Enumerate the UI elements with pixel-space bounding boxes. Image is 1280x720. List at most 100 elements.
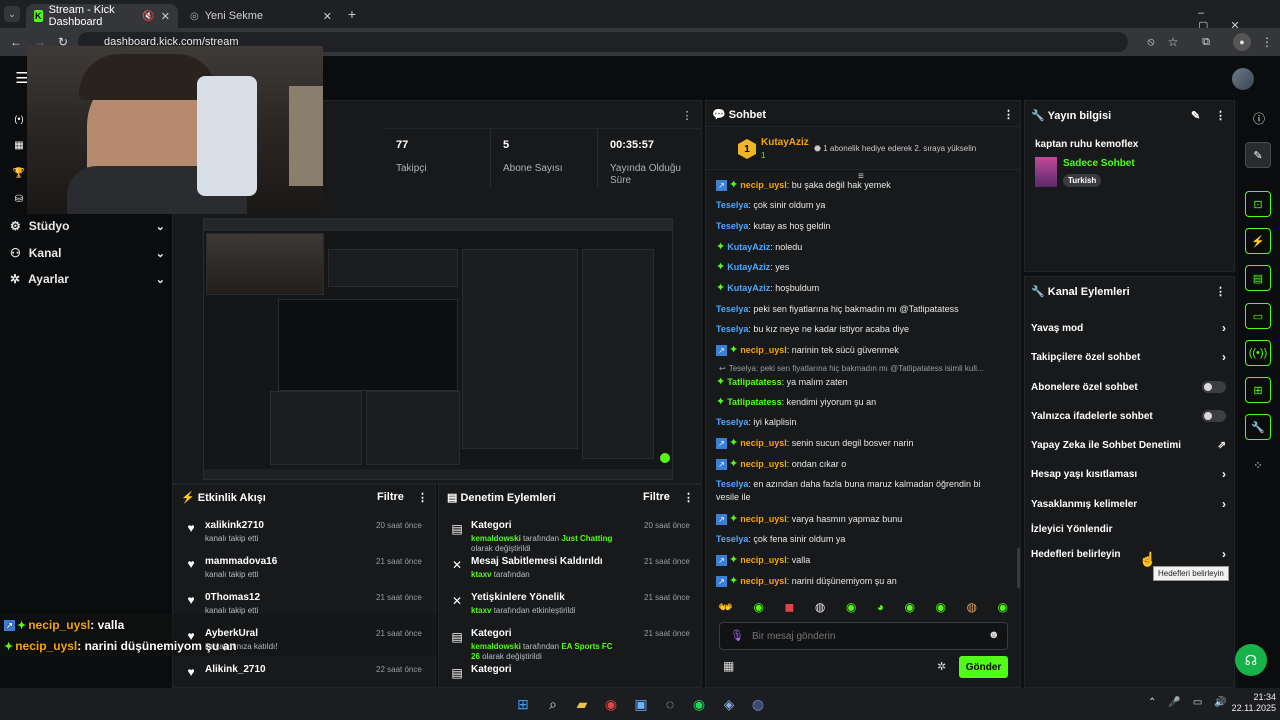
activity-filter-button[interactable]: Filtre [377,491,404,503]
stream-info-menu-icon[interactable]: ⋮ [1215,109,1226,122]
chat-username[interactable]: Teselya [716,221,748,231]
lightning-icon[interactable]: ⚡ [1245,228,1271,254]
sidebar-item-channel[interactable]: ⚇ Kanal ⌄ [10,241,165,265]
community-icon[interactable]: ⛁ [12,192,26,206]
emote-icon[interactable]: ◼ [784,600,794,616]
chat-username[interactable]: necip_uysl [740,459,787,469]
activity-item[interactable]: ♥ AyberkUral ile yayınınıza katıldı! 21 saa… [180,626,430,656]
activity-user[interactable]: xalikink2710 [205,520,264,531]
emote-icon[interactable]: ◍ [966,600,976,616]
broadcast-icon[interactable]: ((•)) [1245,340,1271,366]
channel-action-6[interactable]: Hesap yaşı kısıtlaması › [1031,464,1226,484]
tab-new-tab[interactable]: ◎ Yeni Sekme ✕ [182,4,340,28]
close-tab-icon[interactable]: ✕ [161,10,170,23]
profile-avatar[interactable]: ● [1233,33,1251,51]
activity-user[interactable]: mammadova16 [205,556,277,567]
moderator-name[interactable]: ktaxv [471,606,491,615]
chat-menu-icon[interactable]: ⋮ [1003,108,1014,121]
channel-action-5[interactable]: Yapay Zeka ile Sohbet Denetimi ⇗ [1031,435,1226,455]
microphone-icon[interactable]: 🎙 [730,629,744,642]
toggle-switch[interactable] [1202,381,1226,393]
tab-list-icon[interactable]: ⌄ [4,6,20,22]
chat-username[interactable]: Teselya [716,417,748,427]
chat-username[interactable]: Teselya [716,200,748,210]
gift-shop-icon[interactable]: ▦ [723,659,734,673]
help-headset-icon[interactable]: ☊ [1235,644,1267,676]
chat-message-input[interactable] [752,627,972,645]
activity-item[interactable]: ♥ Alikink_2710 22 saat önce [180,662,430,692]
extensions-icon[interactable]: ⧉ [1198,34,1214,50]
sidebar-item-settings[interactable]: ✲ Ayarlar ⌄ [10,267,165,291]
channel-action-7[interactable]: Yasaklanmış kelimeler › [1031,494,1226,514]
activity-item[interactable]: ♥ 0Thomas12 kanalı takip etti 21 saat önce [180,590,430,620]
start-icon[interactable]: ⊞ [513,694,533,714]
activity-menu-icon[interactable]: ⋮ [417,491,428,504]
sidebar-item-studio[interactable]: ⚙ Stüdyo ⌄ [10,214,165,238]
channel-action-9[interactable]: Hedefleri belirleyin › [1031,544,1226,564]
tab-kick-dashboard[interactable]: K Stream - Kick Dashboard 🔇 ✕ [26,4,178,28]
channel-action-2[interactable]: Takipçilere özel sohbet › [1031,347,1226,367]
edit-layout-button[interactable]: ✎ [1245,142,1271,168]
moderator-name[interactable]: ktaxv [471,570,491,579]
chat-username[interactable]: necip_uysl [740,345,787,355]
chat-username[interactable]: necip_uysl [740,438,787,448]
mute-tab-icon[interactable]: 🔇 [142,11,154,22]
bookmark-star-icon[interactable]: ☆ [1165,34,1181,50]
discord-icon[interactable]: ◍ [748,694,768,714]
pinned-user[interactable]: KutayAziz [761,137,809,148]
target-icon[interactable]: ⊡ [1245,191,1271,217]
close-tab-icon[interactable]: ✕ [323,10,332,23]
edit-pencil-icon[interactable]: ✎ [1191,109,1200,122]
app-icon[interactable]: ◌ [660,694,680,714]
moderation-menu-icon[interactable]: ⋮ [683,491,694,504]
layout-icon[interactable]: ⊞ [1245,377,1271,403]
chat-username[interactable]: KutayAziz [727,262,770,272]
clock[interactable]: 21:34 22.11.2025 [1230,692,1276,714]
moderator-name[interactable]: kemaldowski [471,642,521,651]
activity-user[interactable]: 0Thomas12 [205,592,260,603]
chat-scrollbar[interactable] [1017,548,1020,588]
channel-action-3[interactable]: Abonelere özel sohbet [1031,377,1226,397]
chat-username[interactable]: Tatlipatatess [727,397,781,407]
toggle-switch[interactable] [1202,410,1226,422]
chat-username[interactable]: necip_uysl [740,180,787,190]
emote-icon[interactable]: ◉ [846,600,856,616]
moderation-filter-button[interactable]: Filtre [643,491,670,503]
chat-settings-icon[interactable]: ✲ [937,660,946,673]
activity-item[interactable]: ♥ xalikink2710 kanalı takip etti 20 saat ön… [180,518,430,548]
system-tray-icons[interactable]: ⌃🎤▭🔊 [1148,697,1239,708]
trophy-icon[interactable]: 🏆 [12,166,26,180]
emoji-picker-icon[interactable]: ☻ [988,629,1000,641]
tracking-off-icon[interactable]: ⦸ [1143,34,1159,50]
activity-user[interactable]: Alikink_2710 [205,664,266,675]
chat-username[interactable]: necip_uysl [740,514,787,524]
emote-icon[interactable]: ◉ [753,600,763,616]
chat-bubble-icon[interactable]: ▭ [1245,303,1271,329]
chat-username[interactable]: Teselya [716,479,748,489]
emote-icon[interactable]: ◉ [997,600,1007,616]
app-icon[interactable]: ◈ [719,694,739,714]
emote-icon[interactable]: ◍ [815,600,825,616]
chat-username[interactable]: Teselya [716,534,748,544]
file-explorer-icon[interactable]: ▰ [572,694,592,714]
channel-actions-menu-icon[interactable]: ⋮ [1215,285,1226,298]
info-icon[interactable]: ⓘ [1251,110,1267,126]
chat-username[interactable]: Tatlipatatess [727,377,781,387]
chat-username[interactable]: KutayAziz [727,283,770,293]
wrench-icon[interactable]: 🔧 [1245,414,1271,440]
live-icon[interactable]: (•) [12,112,26,126]
channel-action-4[interactable]: Yalnızca ifadelerle sohbet [1031,406,1226,426]
activity-item[interactable]: ♥ mammadova16 kanalı takip etti 21 saat önc… [180,554,430,584]
back-icon[interactable]: ← [8,34,24,50]
chat-input-box[interactable]: 🎙 ☻ [719,622,1008,650]
moderator-name[interactable]: kemaldowski [471,534,521,543]
channel-action-8[interactable]: İzleyici Yönlendir [1031,519,1226,539]
chrome-icon[interactable]: ◉ [601,694,621,714]
chat-username[interactable]: Teselya [716,324,748,334]
nodes-icon[interactable]: ⁘ [1251,458,1265,472]
user-avatar[interactable] [1232,68,1254,90]
document-icon[interactable]: ▤ [1245,265,1271,291]
stream-panel-menu-icon[interactable]: ⋮ [682,108,693,122]
emote-icon[interactable]: ◉ [936,600,946,616]
chat-username[interactable]: necip_uysl [740,555,787,565]
